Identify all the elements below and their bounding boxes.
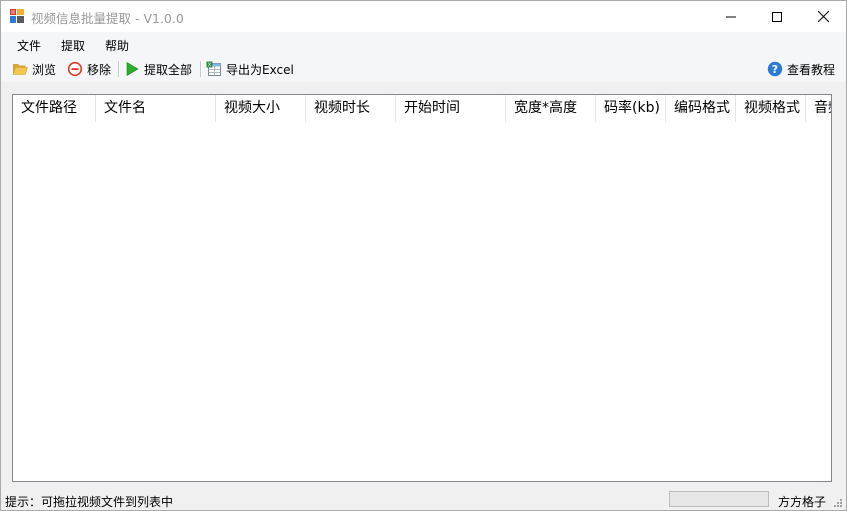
column-header-file-name[interactable]: 文件名 — [96, 95, 216, 122]
status-author: 方方格子 — [778, 495, 827, 509]
help-label: 查看教程 — [787, 62, 836, 77]
menu-extract[interactable]: 提取 — [55, 36, 91, 55]
minimize-icon — [726, 16, 736, 17]
column-header-video-format[interactable]: 视频格式 — [736, 95, 806, 122]
help-circle-icon: ? — [767, 61, 783, 77]
export-excel-button[interactable]: X 导出为Excel — [206, 59, 294, 79]
window-title: 视频信息批量提取 - V1.0.0 — [31, 11, 184, 26]
svg-text:?: ? — [772, 63, 778, 76]
remove-button[interactable]: 移除 — [67, 59, 111, 79]
column-header-audio[interactable]: 音频 — [806, 95, 831, 122]
minimize-button[interactable] — [708, 1, 754, 32]
column-header-bitrate[interactable]: 码率(kb) — [596, 95, 666, 122]
menu-bar: 文件 提取 帮助 — [1, 32, 846, 56]
column-header-start-time[interactable]: 开始时间 — [396, 95, 506, 122]
close-button[interactable] — [800, 1, 846, 32]
extract-all-label: 提取全部 — [144, 62, 193, 77]
title-bar[interactable]: 视频信息批量提取 - V1.0.0 — [1, 1, 846, 32]
toolbar-separator — [118, 61, 120, 77]
browse-button[interactable]: 浏览 — [12, 59, 56, 79]
app-window: 视频信息批量提取 - V1.0.0 文件 提取 帮助 浏览 移除 提取全部 X … — [0, 0, 847, 511]
maximize-icon — [772, 11, 782, 22]
column-header-file-path[interactable]: 文件路径 — [13, 95, 96, 122]
column-header-codec[interactable]: 编码格式 — [666, 95, 736, 122]
column-header-resolution[interactable]: 宽度*高度 — [506, 95, 596, 122]
extract-all-button[interactable]: 提取全部 — [124, 59, 192, 79]
video-list[interactable]: 文件路径 文件名 视频大小 视频时长 开始时间 宽度*高度 码率(kb) 编码格… — [12, 94, 832, 482]
maximize-button[interactable] — [754, 1, 800, 32]
svg-text:X: X — [208, 62, 212, 68]
status-bar: 提示：可拖拉视频文件到列表中 方方格子 — [1, 489, 846, 510]
menu-file[interactable]: 文件 — [11, 36, 47, 55]
toolbar: 浏览 移除 提取全部 X 导出为Excel ? 查看教程 — [1, 56, 846, 82]
remove-label: 移除 — [87, 62, 112, 77]
remove-circle-icon — [67, 61, 83, 77]
list-header: 文件路径 文件名 视频大小 视频时长 开始时间 宽度*高度 码率(kb) 编码格… — [13, 95, 831, 122]
column-header-video-size[interactable]: 视频大小 — [216, 95, 306, 122]
app-icon — [10, 9, 24, 23]
play-icon — [124, 61, 140, 77]
column-header-duration[interactable]: 视频时长 — [306, 95, 396, 122]
resize-grip-icon[interactable] — [833, 497, 843, 507]
close-icon — [817, 11, 829, 22]
browse-label: 浏览 — [32, 62, 57, 77]
status-hint: 提示：可拖拉视频文件到列表中 — [5, 495, 174, 509]
toolbar-separator — [200, 61, 202, 77]
export-label: 导出为Excel — [226, 62, 294, 77]
menu-help[interactable]: 帮助 — [99, 36, 135, 55]
progress-bar — [669, 491, 769, 507]
excel-icon: X — [206, 61, 222, 77]
view-tutorial-button[interactable]: ? 查看教程 — [767, 59, 835, 79]
folder-open-icon — [12, 61, 28, 77]
